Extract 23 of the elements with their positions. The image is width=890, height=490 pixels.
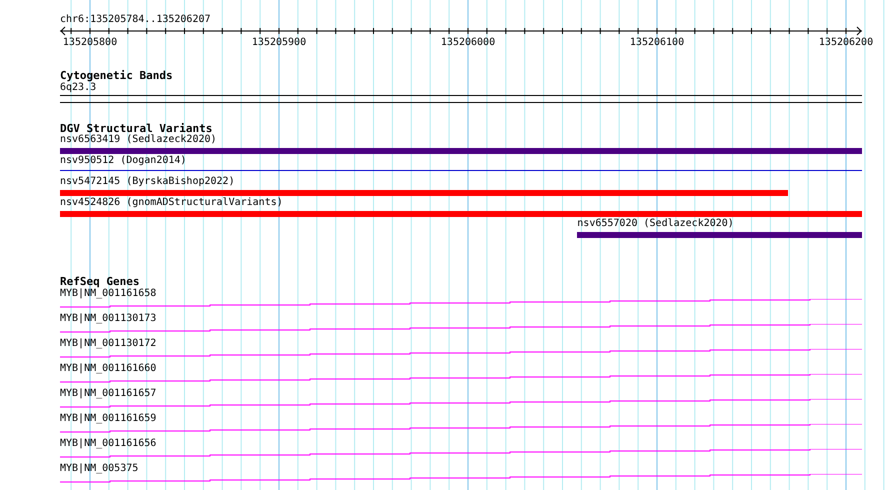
variant-label: nsv6557020 (Sedlazeck2020) [577, 218, 734, 230]
track-title: RefSeq Genes [60, 276, 140, 288]
gene-label: MYB|NM_001161658 [60, 288, 156, 299]
track-title: Cytogenetic Bands [60, 70, 173, 82]
ruler-label: 135205800 [62, 36, 118, 49]
ruler-label: 135206200 [818, 36, 874, 49]
location-label: chr6:135205784..135206207 [60, 14, 211, 26]
variant-label: nsv5472145 (ByrskaBishop2022) [60, 176, 235, 188]
gene-label: MYB|NM_001161657 [60, 388, 156, 399]
variant-label: nsv6563419 (Sedlazeck2020) [60, 134, 217, 146]
gene-label: MYB|NM_005375 [60, 463, 138, 474]
gene-label: MYB|NM_001161659 [60, 413, 156, 424]
variant-label: nsv4524826 (gnomADStructuralVariants) [60, 197, 283, 209]
gene-label: MYB|NM_001130172 [60, 338, 156, 349]
gene-label: MYB|NM_001130173 [60, 313, 156, 324]
ruler-label: 135206000 [440, 36, 496, 49]
ruler-label: 135206100 [630, 36, 684, 49]
track-title: DGV Structural Variants [60, 123, 212, 135]
gene-label: MYB|NM_001161660 [60, 363, 156, 374]
band-label: 6q23.3 [60, 82, 96, 94]
gene-label: MYB|NM_001161656 [60, 438, 156, 449]
ruler-label: 135205900 [252, 36, 306, 49]
variant-label: nsv950512 (Dogan2014) [60, 155, 186, 167]
